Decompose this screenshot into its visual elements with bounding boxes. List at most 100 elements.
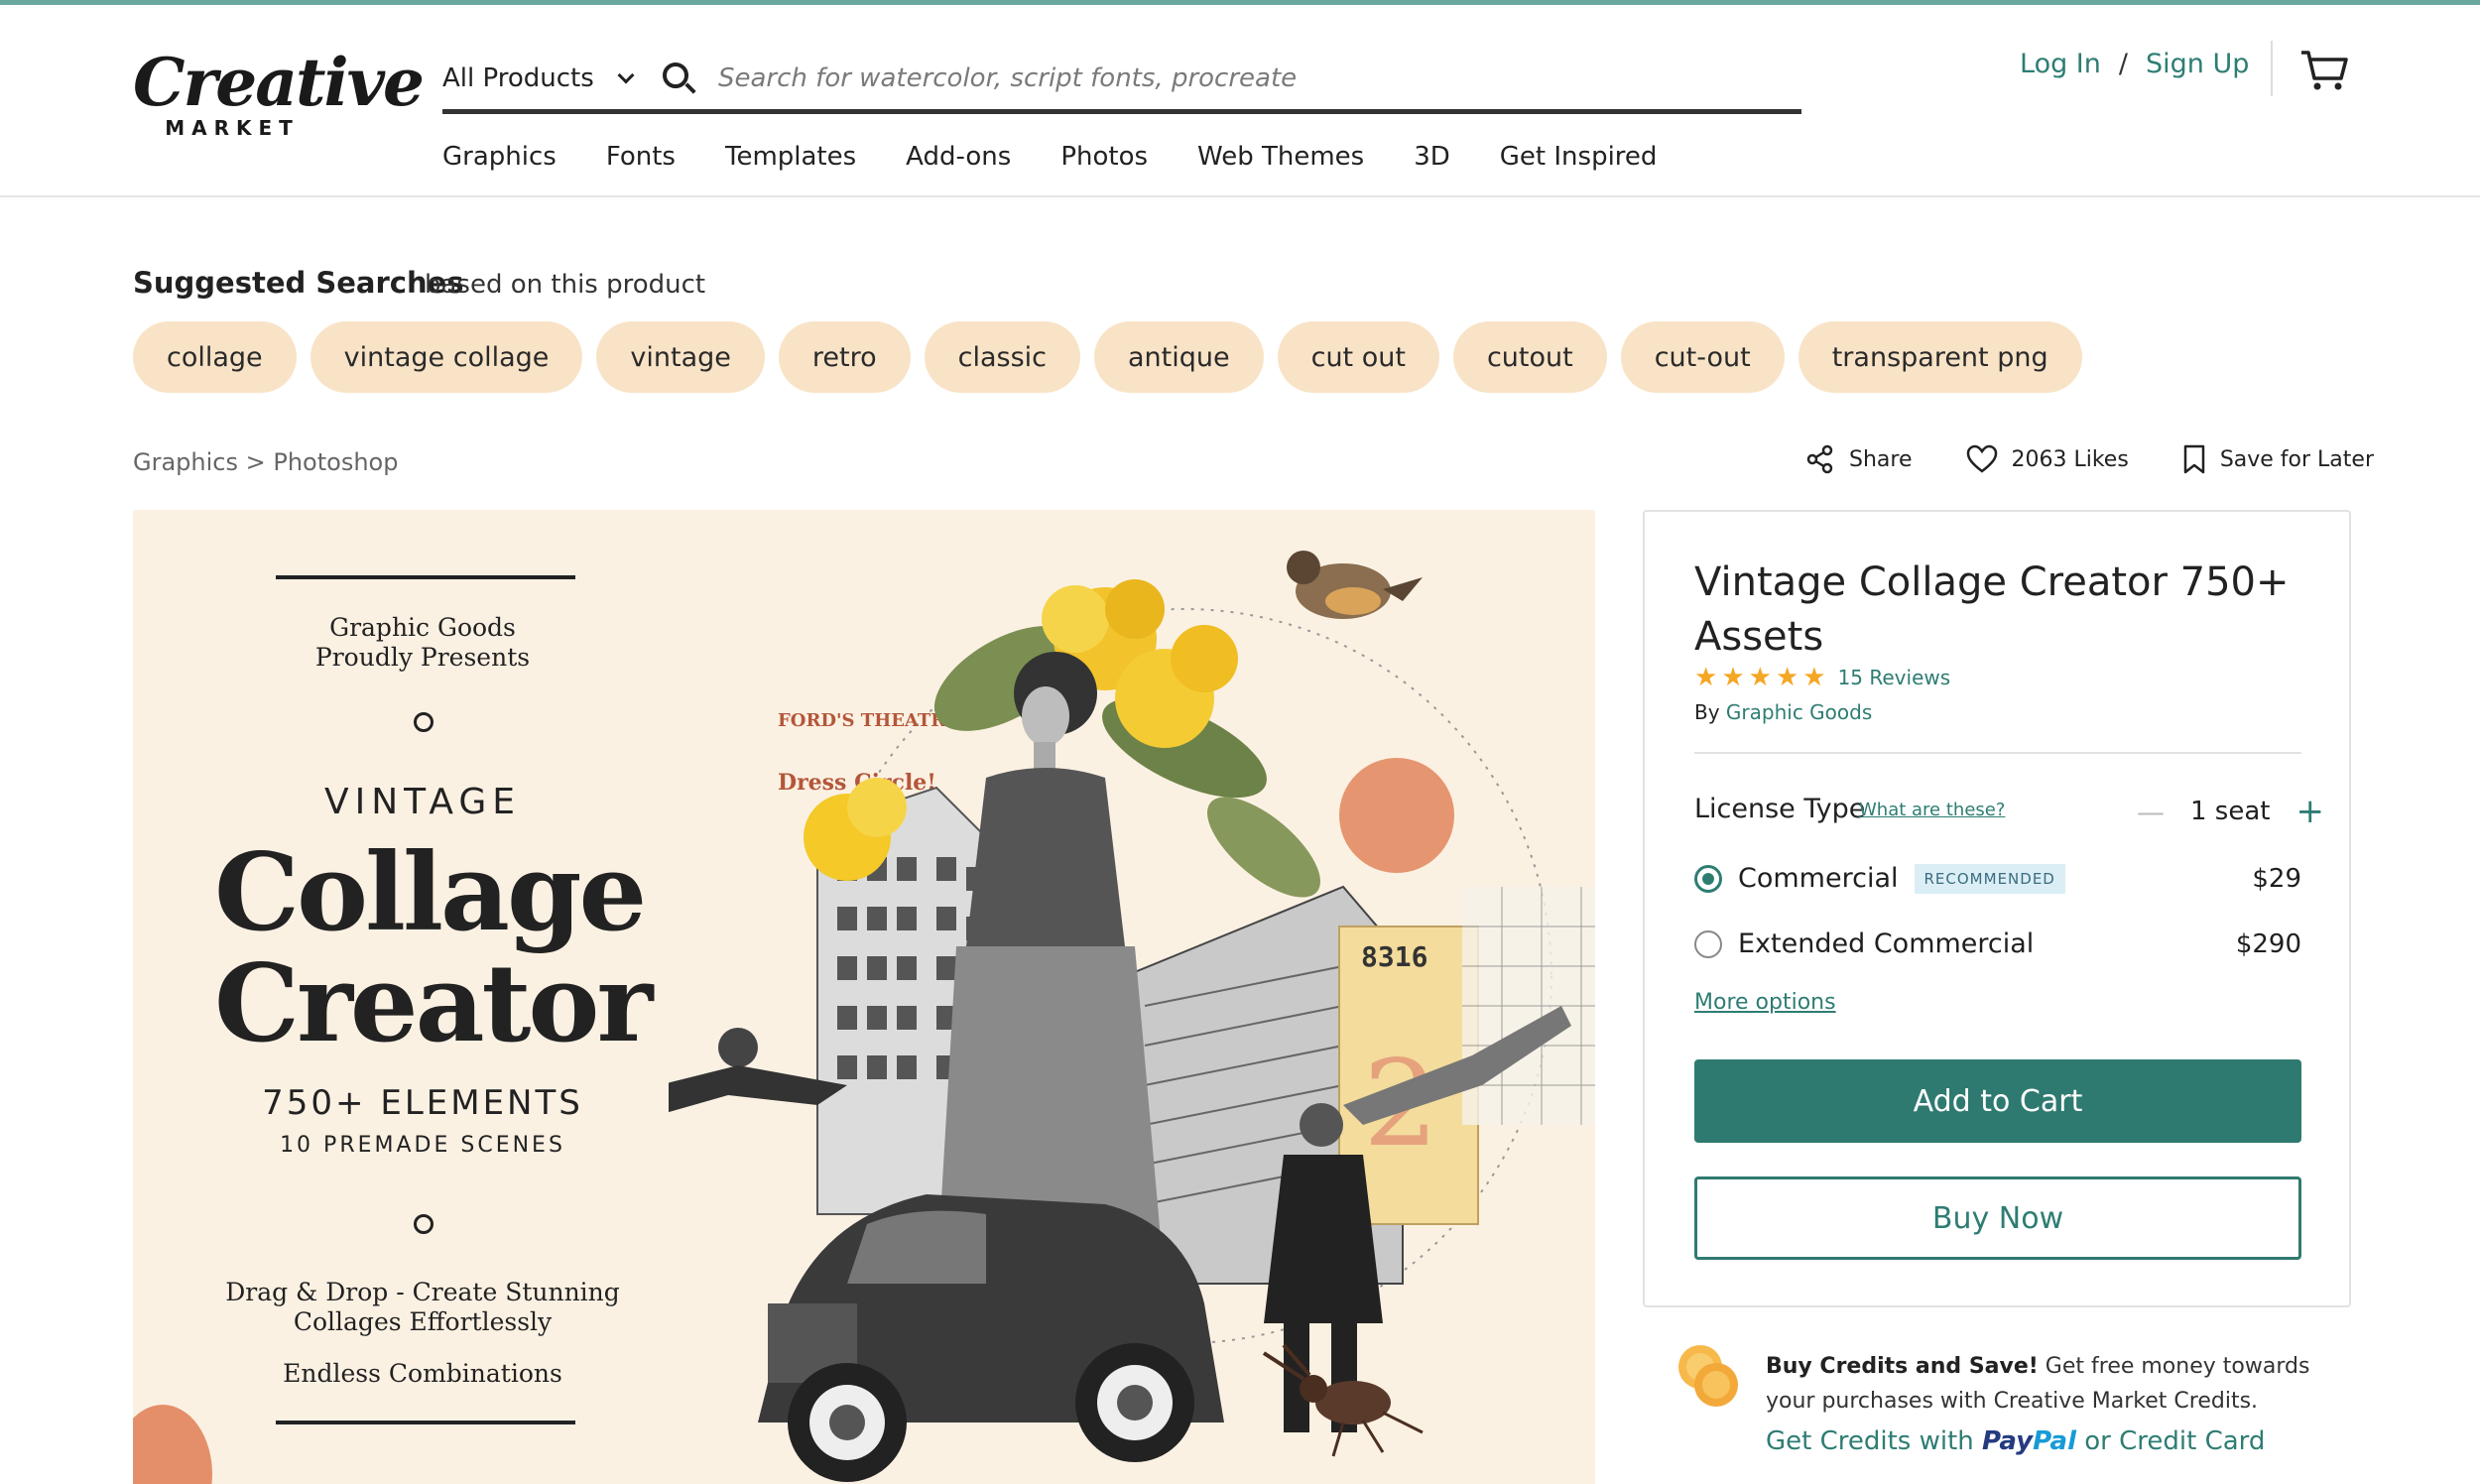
hero-tagline: Drag & Drop - Create Stunning Collages E… xyxy=(214,1278,631,1337)
like-button[interactable]: 2063 Likes xyxy=(1966,444,2129,474)
credits-link-suffix: or Credit Card xyxy=(2084,1426,2266,1456)
seat-increment-button[interactable]: + xyxy=(2295,792,2324,831)
ticket-number: 8316 xyxy=(1361,940,1427,973)
nav-item-fonts[interactable]: Fonts xyxy=(606,142,676,172)
nav-item-web-themes[interactable]: Web Themes xyxy=(1197,142,1364,172)
orange-sun xyxy=(1339,758,1454,873)
suggested-searches-subtitle: based on this product xyxy=(425,270,706,300)
search-chip[interactable]: cut out xyxy=(1277,321,1439,393)
graph-paper xyxy=(1462,887,1595,1125)
radio-unselected[interactable] xyxy=(1694,929,1722,958)
search-chip[interactable]: cutout xyxy=(1452,321,1607,393)
nav-item-templates[interactable]: Templates xyxy=(725,142,856,172)
header-divider xyxy=(2271,41,2273,96)
hero-title-line-2: Creator xyxy=(214,941,653,1066)
seat-decrement-button[interactable]: — xyxy=(2137,796,2165,828)
nav-item-add-ons[interactable]: Add-ons xyxy=(906,142,1011,172)
creative-market-logo[interactable]: Creative MARKET xyxy=(133,44,425,146)
likes-count: 2063 Likes xyxy=(2011,446,2129,472)
star-icon: ★ xyxy=(1802,663,1826,692)
suggested-searches-title: Suggested Searches xyxy=(133,266,464,300)
get-credits-link[interactable]: Get Credits with PayPal or Credit Card xyxy=(1766,1426,2265,1456)
author-link[interactable]: Graphic Goods xyxy=(1726,700,1872,724)
hero-presents-line-1: Graphic Goods xyxy=(329,613,516,642)
save-for-later-label: Save for Later xyxy=(2219,446,2374,472)
bookmark-icon xyxy=(2183,444,2205,474)
search-chip[interactable]: vintage collage xyxy=(310,321,583,393)
cart-icon[interactable] xyxy=(2299,49,2349,92)
nav-item-graphics[interactable]: Graphics xyxy=(442,142,557,172)
nav-item-3d[interactable]: 3D xyxy=(1414,142,1450,172)
license-type-label: License Type xyxy=(1694,794,1866,824)
bird xyxy=(1287,551,1423,619)
more-options-link[interactable]: More options xyxy=(1694,990,1836,1015)
share-icon xyxy=(1806,444,1833,474)
author-line: By Graphic Goods xyxy=(1694,700,1872,724)
hero-orange-shape xyxy=(133,1405,212,1484)
auth-links: Log In / Sign Up xyxy=(2020,49,2249,79)
search-bar: All Products xyxy=(442,47,1801,114)
paypal-logo: PayPal xyxy=(1982,1426,2076,1456)
product-title: Vintage Collage Creator 750+ Assets xyxy=(1694,559,2290,660)
breadcrumb[interactable]: Graphics > Photoshop xyxy=(133,448,398,476)
search-chip[interactable]: classic xyxy=(924,321,1080,393)
hero-bottom-rule xyxy=(276,1421,575,1424)
license-help-link[interactable]: What are these? xyxy=(1859,800,2005,820)
nav-item-get-inspired[interactable]: Get Inspired xyxy=(1500,142,1658,172)
paypal-pal: Pal xyxy=(2033,1426,2076,1456)
panel-divider xyxy=(1694,752,2301,754)
seat-stepper: — 1 seat + xyxy=(2137,792,2324,831)
chevron-down-icon xyxy=(617,66,635,83)
product-hero-image[interactable]: Graphic Goods Proudly Presents VINTAGE C… xyxy=(133,510,1595,1484)
star-icon: ★ xyxy=(1775,663,1799,692)
hero-tagline-line-2: Collages Effortlessly xyxy=(293,1307,553,1336)
hero-tagline-line-1: Drag & Drop - Create Stunning xyxy=(225,1278,620,1306)
radio-selected[interactable] xyxy=(1694,864,1722,893)
collage-illustration: FORD'S THEATRE Dress Circle! 8316 2 xyxy=(669,551,1595,1482)
logo-wordmark: Creative xyxy=(133,44,425,121)
license-option-name: Extended Commercial xyxy=(1738,928,2035,959)
reviews-link[interactable]: 15 Reviews xyxy=(1838,666,1951,689)
search-chip[interactable]: cut-out xyxy=(1620,321,1785,393)
search-icon[interactable] xyxy=(661,61,696,96)
hero-presents-line-2: Proudly Presents xyxy=(314,643,531,672)
search-chip[interactable]: antique xyxy=(1093,321,1264,393)
purchase-panel: Vintage Collage Creator 750+ Assets ★ ★ … xyxy=(1643,510,2351,1307)
license-option-extended[interactable]: Extended Commercial $290 xyxy=(1694,928,2301,959)
search-chip[interactable]: transparent png xyxy=(1798,321,2082,393)
star-icon: ★ xyxy=(1694,663,1718,692)
license-option-name: Commercial xyxy=(1738,863,1899,894)
save-for-later-button[interactable]: Save for Later xyxy=(2182,444,2374,474)
theatre-ticket-text: FORD'S THEATRE xyxy=(778,710,959,731)
share-button[interactable]: Share xyxy=(1805,444,1913,474)
signup-link[interactable]: Sign Up xyxy=(2146,49,2249,79)
heart-icon xyxy=(1966,444,1997,473)
author-by-label: By xyxy=(1694,700,1720,724)
coins-icon xyxy=(1678,1345,1738,1407)
search-input[interactable] xyxy=(718,62,1710,93)
search-chip[interactable]: collage xyxy=(133,321,297,393)
category-select[interactable]: All Products xyxy=(442,63,661,93)
suggested-chips: collage vintage collage vintage retro cl… xyxy=(133,321,2082,393)
search-chip[interactable]: vintage xyxy=(596,321,765,393)
credits-description: Buy Credits and Save! Get free money tow… xyxy=(1766,1349,2361,1419)
hero-ornament-circle xyxy=(414,712,434,732)
seat-count: 1 seat xyxy=(2190,797,2271,826)
star-icon: ★ xyxy=(1721,663,1745,692)
paypal-pay: Pay xyxy=(1982,1426,2034,1456)
login-link[interactable]: Log In xyxy=(2020,49,2101,79)
buy-now-button[interactable]: Buy Now xyxy=(1694,1176,2301,1260)
auth-separator: / xyxy=(2118,49,2128,79)
site-header: Creative MARKET All Products Graphics Fo… xyxy=(0,5,2480,197)
rating[interactable]: ★ ★ ★ ★ ★ 15 Reviews xyxy=(1694,663,1950,692)
category-select-label: All Products xyxy=(442,62,594,93)
hero-scenes: 10 PREMADE SCENES xyxy=(280,1133,565,1158)
hero-title-line-1: Collage xyxy=(214,830,647,955)
search-chip[interactable]: retro xyxy=(778,321,911,393)
nav-item-photos[interactable]: Photos xyxy=(1060,142,1148,172)
hero-tagline-line-3: Endless Combinations xyxy=(283,1359,562,1388)
hero-top-rule xyxy=(276,575,575,579)
add-to-cart-button[interactable]: Add to Cart xyxy=(1694,1059,2301,1143)
license-option-commercial[interactable]: Commercial RECOMMENDED $29 xyxy=(1694,863,2301,894)
hero-elements: 750+ ELEMENTS xyxy=(262,1083,583,1123)
